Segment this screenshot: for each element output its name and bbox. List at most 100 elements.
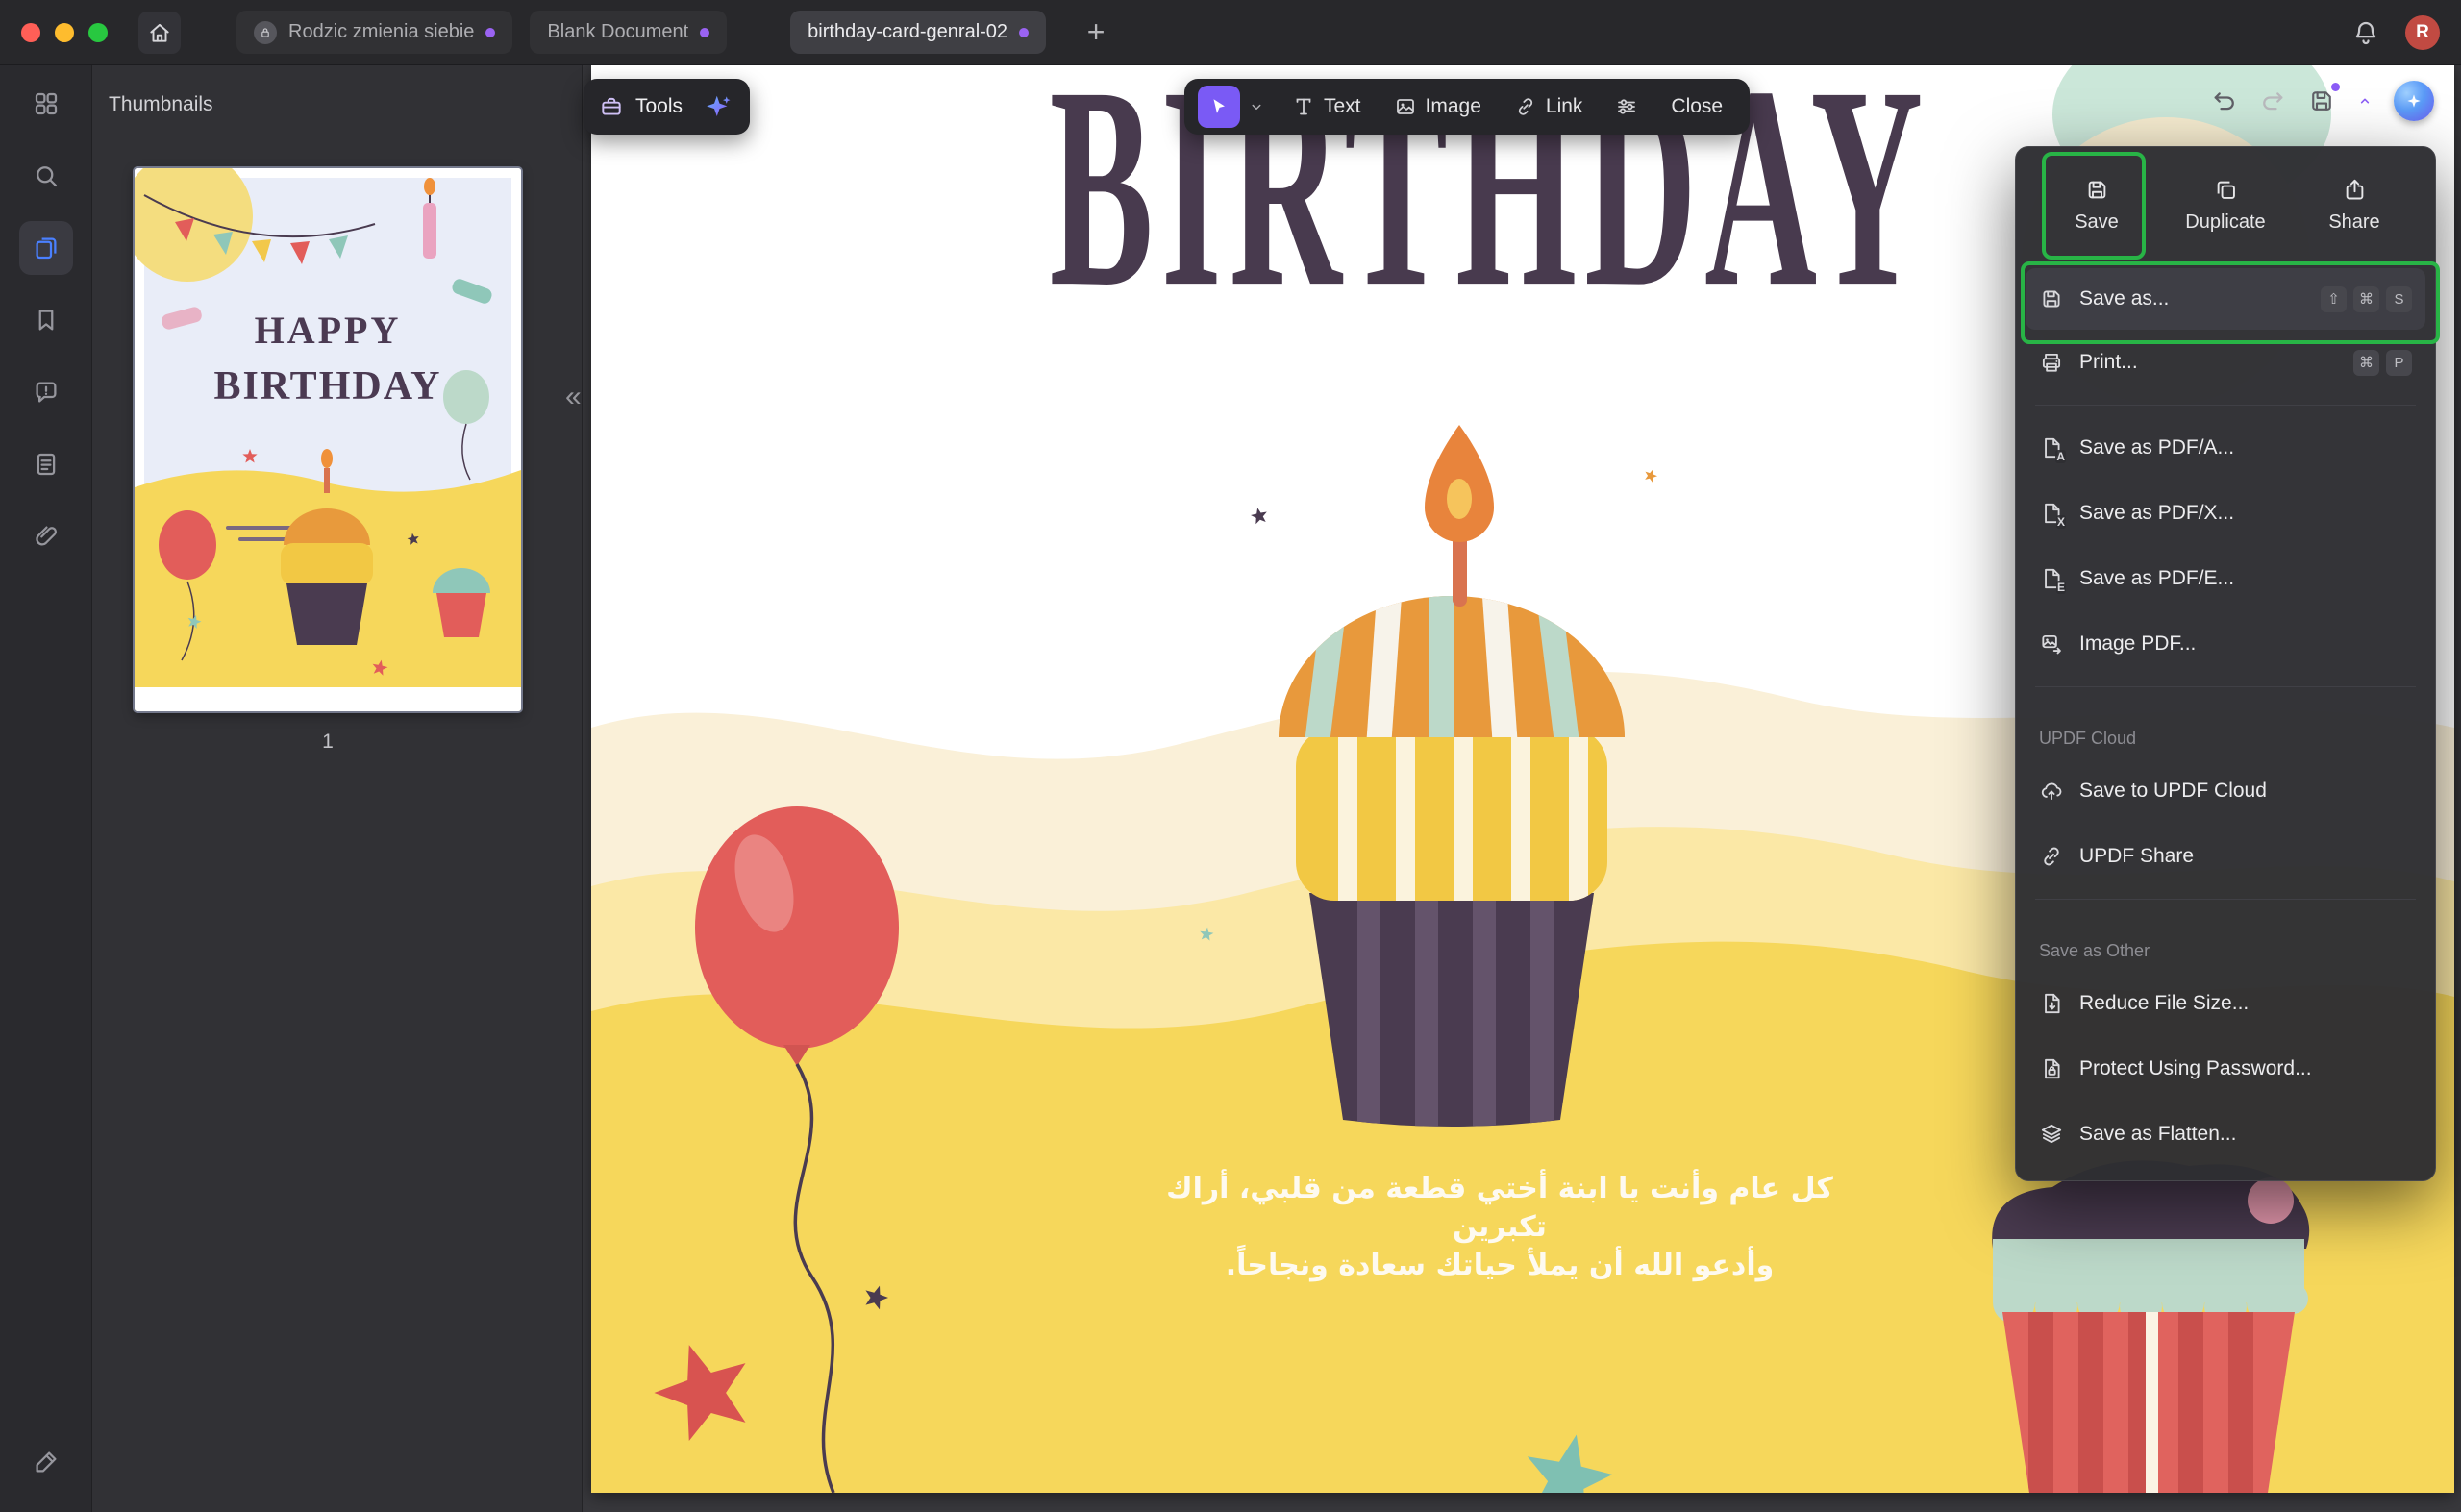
- menu-item-save-as[interactable]: Save as... ⇧ ⌘ S: [2026, 268, 2425, 330]
- link-tool-button[interactable]: Link: [1501, 86, 1597, 128]
- save-menu-top-actions: Save Duplicate Share: [2016, 157, 2435, 253]
- text-tool-button[interactable]: Text: [1279, 86, 1375, 128]
- updf-window: Rodzic zmienia siebie Blank Document bir…: [0, 0, 2461, 1512]
- collapse-panel-button[interactable]: «: [565, 383, 582, 411]
- chevron-up-icon[interactable]: [2357, 93, 2373, 109]
- share-link-icon: [2039, 844, 2064, 869]
- user-avatar[interactable]: R: [2405, 15, 2440, 50]
- thumbnail-page-number: 1: [135, 731, 521, 754]
- shortcut-keys: ⇧ ⌘ S: [2321, 286, 2412, 312]
- card-arabic-text: كل عام وأنت يا ابنة أختي قطعة من قلبي، أ…: [1130, 1170, 1870, 1285]
- zoom-window-button[interactable]: [88, 23, 108, 42]
- notifications-bell-icon[interactable]: [2351, 18, 2380, 47]
- save-as-icon: [2039, 286, 2064, 311]
- menu-share-button[interactable]: Share: [2297, 157, 2412, 253]
- menu-item-save-to-cloud[interactable]: Save to UPDF Cloud: [2026, 758, 2425, 824]
- new-tab-button[interactable]: +: [1077, 13, 1115, 52]
- menu-item-protect-password[interactable]: Protect Using Password...: [2026, 1036, 2425, 1102]
- arabic-line-2: وأدعو الله أن يملأ حياتك سعادة ونجاحاً.: [1130, 1247, 1870, 1285]
- pdfe-file-icon: E: [2039, 566, 2064, 591]
- pdfa-file-icon: A: [2039, 435, 2064, 460]
- thumb-title-line2: BIRTHDAY: [213, 364, 441, 409]
- tools-button[interactable]: Tools: [635, 95, 683, 118]
- menu-divider: [2035, 899, 2416, 900]
- save-icon: [2307, 87, 2336, 115]
- properties-button[interactable]: [1602, 86, 1652, 128]
- bookmark-icon[interactable]: [19, 293, 73, 347]
- tab-rodzic-zmienia-siebie[interactable]: Rodzic zmienia siebie: [236, 11, 512, 54]
- close-label: Close: [1671, 95, 1723, 118]
- edit-toolbar: Text Image Link Close: [1184, 79, 1750, 135]
- menu-section-updf-cloud: UPDF Cloud: [2016, 697, 2435, 758]
- save-icon: [2084, 177, 2110, 203]
- close-edit-mode-button[interactable]: Close: [1657, 86, 1736, 128]
- locked-doc-icon: [254, 21, 277, 44]
- tab-label: Blank Document: [547, 21, 688, 43]
- menu-item-image-pdf[interactable]: Image PDF...: [2026, 611, 2425, 677]
- sliders-icon: [1615, 95, 1638, 118]
- select-tool-chevron-down-icon[interactable]: [1248, 98, 1265, 115]
- menu-item-print[interactable]: Print... ⌘ P: [2026, 330, 2425, 395]
- ai-orb-spark-icon: [2404, 91, 2424, 111]
- sidebar: [0, 64, 92, 1512]
- menu-item-save-pdfa[interactable]: A Save as PDF/A...: [2026, 415, 2425, 481]
- minimize-window-button[interactable]: [55, 23, 74, 42]
- titlebar: Rodzic zmienia siebie Blank Document bir…: [0, 0, 2461, 65]
- ai-sparkle-button[interactable]: [698, 87, 738, 127]
- print-icon: [2039, 350, 2064, 375]
- password-protect-icon: [2039, 1056, 2064, 1081]
- unsaved-dot: [1019, 28, 1029, 37]
- select-tool-button[interactable]: [1198, 86, 1240, 128]
- link-icon: [1514, 95, 1537, 118]
- signature-pen-icon[interactable]: [19, 1435, 73, 1489]
- menu-item-save-as-flatten[interactable]: Save as Flatten...: [2026, 1102, 2425, 1167]
- updf-ai-button[interactable]: [2394, 81, 2434, 121]
- annotations-icon[interactable]: [19, 365, 73, 419]
- menu-save-label: Save: [2075, 211, 2119, 234]
- shortcut-keys: ⌘ P: [2353, 350, 2412, 376]
- arabic-line-1: كل عام وأنت يا ابنة أختي قطعة من قلبي، أ…: [1130, 1170, 1870, 1247]
- reduce-size-icon: [2039, 991, 2064, 1016]
- text-icon: [1292, 95, 1315, 118]
- home-button[interactable]: [138, 12, 181, 54]
- cloud-upload-icon: [2039, 779, 2064, 804]
- apps-grid-icon[interactable]: [19, 77, 73, 131]
- document-icon[interactable]: [19, 437, 73, 491]
- pdfx-file-icon: X: [2039, 501, 2064, 526]
- cursor-icon: [1208, 96, 1230, 117]
- attachment-paperclip-icon[interactable]: [19, 509, 73, 563]
- image-pdf-icon: [2039, 632, 2064, 657]
- image-tool-label: Image: [1426, 95, 1481, 118]
- text-tool-label: Text: [1324, 95, 1361, 118]
- tab-birthday-card[interactable]: birthday-card-genral-02: [790, 11, 1046, 54]
- menu-item-save-pdfx[interactable]: X Save as PDF/X...: [2026, 481, 2425, 546]
- tools-icon[interactable]: [599, 94, 624, 119]
- save-menu: Save Duplicate Share Save as... ⇧ ⌘ S Pr…: [2015, 146, 2436, 1181]
- save-button[interactable]: [2307, 87, 2336, 115]
- unsaved-dot: [700, 28, 709, 37]
- image-tool-button[interactable]: Image: [1380, 86, 1495, 128]
- tab-label: birthday-card-genral-02: [808, 21, 1007, 43]
- panel-title: Thumbnails: [109, 93, 213, 116]
- page-thumbnail[interactable]: HAPPY BIRTHDAY: [135, 168, 521, 711]
- menu-item-reduce-file-size[interactable]: Reduce File Size...: [2026, 971, 2425, 1036]
- menu-share-label: Share: [2328, 211, 2379, 234]
- menu-save-button[interactable]: Save: [2039, 157, 2154, 253]
- menu-item-save-pdfe[interactable]: E Save as PDF/E...: [2026, 546, 2425, 611]
- redo-icon[interactable]: [2259, 87, 2286, 114]
- thumbnails-icon[interactable]: [19, 221, 73, 275]
- thumb-title-line1: HAPPY: [255, 309, 402, 352]
- undo-icon[interactable]: [2211, 87, 2238, 114]
- tab-blank-document[interactable]: Blank Document: [530, 11, 727, 54]
- menu-duplicate-button[interactable]: Duplicate: [2168, 157, 2283, 253]
- flatten-layers-icon: [2039, 1122, 2064, 1147]
- share-icon: [2342, 177, 2368, 203]
- close-window-button[interactable]: [21, 23, 40, 42]
- tab-label: Rodzic zmienia siebie: [288, 21, 474, 43]
- ai-sparkle-icon: [704, 92, 733, 121]
- menu-item-updf-share[interactable]: UPDF Share: [2026, 824, 2425, 889]
- search-icon[interactable]: [19, 149, 73, 203]
- thumbnails-panel: Thumbnails HAPPY BIRTHDAY: [91, 64, 583, 1512]
- unsaved-dot: [485, 28, 495, 37]
- menu-section-save-as-other: Save as Other: [2016, 909, 2435, 971]
